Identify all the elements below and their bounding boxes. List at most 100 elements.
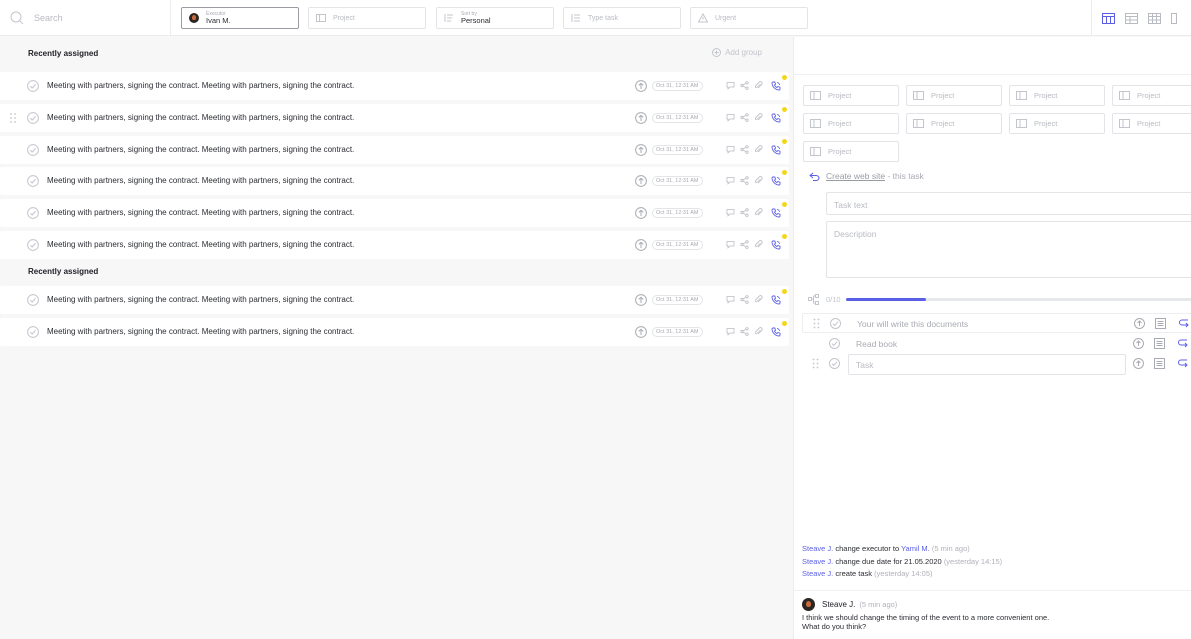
phone-icon[interactable] [771, 240, 781, 250]
phone-icon[interactable] [771, 176, 781, 186]
project-select[interactable]: Project [1009, 85, 1105, 106]
return-icon[interactable] [809, 172, 820, 181]
priority-icon[interactable] [1134, 318, 1145, 329]
task-text-field[interactable]: Task text [826, 192, 1191, 215]
priority-icon[interactable] [635, 294, 647, 306]
drag-handle-icon[interactable] [813, 318, 820, 329]
share-icon[interactable] [740, 176, 749, 186]
priority-icon[interactable] [635, 207, 647, 220]
notes-icon[interactable] [1154, 358, 1165, 369]
share-icon[interactable] [740, 240, 749, 249]
project-select[interactable]: Project [906, 85, 1002, 106]
priority-icon[interactable] [635, 175, 647, 188]
notes-icon[interactable] [1155, 318, 1166, 329]
project-select[interactable]: Project [1009, 113, 1105, 134]
priority-icon[interactable] [635, 143, 647, 156]
share-icon[interactable] [740, 144, 749, 154]
check-circle-icon[interactable] [829, 338, 840, 349]
project-select[interactable]: Project [906, 113, 1002, 134]
phone-icon[interactable] [771, 208, 781, 218]
due-date-badge[interactable]: Oct 31, 12:31 AM [652, 81, 703, 91]
check-circle-icon[interactable] [830, 318, 841, 329]
check-circle-icon[interactable] [829, 358, 840, 369]
priority-icon[interactable] [635, 111, 647, 124]
due-date-badge[interactable]: Oct 31, 12:31 AM [652, 112, 703, 123]
repeat-icon[interactable] [1179, 319, 1190, 328]
comment-icon[interactable] [726, 113, 735, 122]
priority-icon[interactable] [1133, 358, 1144, 369]
search-input[interactable]: Search [34, 13, 63, 23]
more-icon[interactable] [1171, 12, 1177, 24]
repeat-icon[interactable] [1178, 359, 1189, 368]
priority-icon[interactable] [635, 325, 647, 338]
subtask-item[interactable]: Read book [802, 334, 1191, 354]
phone-icon[interactable] [771, 327, 781, 337]
add-group-button[interactable]: Add group [712, 48, 762, 57]
comment-icon[interactable] [726, 327, 735, 336]
check-circle-icon[interactable] [27, 80, 39, 92]
task-row[interactable]: Meeting with partners, signing the contr… [0, 199, 789, 228]
parent-task-link[interactable]: Create web site [826, 171, 885, 181]
new-subtask-input[interactable]: Task [848, 354, 1126, 375]
task-row[interactable]: Meeting with partners, signing the contr… [0, 72, 789, 100]
check-circle-icon[interactable] [27, 294, 39, 306]
project-select[interactable]: Project [803, 141, 899, 162]
attachment-icon[interactable] [754, 176, 763, 185]
priority-icon[interactable] [635, 80, 647, 92]
check-circle-icon[interactable] [27, 175, 39, 188]
search-box[interactable]: Search [0, 0, 171, 36]
type-filter[interactable]: Type task [563, 7, 681, 29]
comment-icon[interactable] [726, 240, 735, 249]
due-date-badge[interactable]: Oct 31, 12:31 AM [652, 326, 703, 337]
attachment-icon[interactable] [754, 113, 763, 122]
share-icon[interactable] [740, 326, 749, 336]
board-view-icon[interactable] [1102, 12, 1115, 24]
due-date-badge[interactable]: Oct 31, 12:31 AM [652, 144, 703, 155]
urgent-filter[interactable]: Urgent [690, 7, 808, 29]
priority-icon[interactable] [635, 239, 647, 251]
comment-icon[interactable] [726, 81, 735, 90]
check-circle-icon[interactable] [27, 207, 39, 220]
priority-icon[interactable] [1133, 338, 1144, 349]
sort-filter[interactable]: Sort by Personal [436, 7, 554, 29]
list-view-icon[interactable] [1125, 12, 1138, 24]
due-date-badge[interactable]: Oct 31, 12:31 AM [652, 208, 703, 219]
attachment-icon[interactable] [754, 81, 763, 90]
check-circle-icon[interactable] [27, 111, 39, 124]
share-icon[interactable] [740, 295, 749, 304]
drag-handle-icon[interactable] [9, 112, 17, 124]
history-user[interactable]: Steave J. [802, 557, 833, 566]
history-user[interactable]: Steave J. [802, 569, 833, 578]
project-filter[interactable]: Project [308, 7, 426, 29]
subtask-item[interactable]: Your will write this documents [802, 313, 1191, 333]
due-date-badge[interactable]: Oct 31, 12:31 AM [652, 295, 703, 305]
attachment-icon[interactable] [754, 208, 763, 217]
attachment-icon[interactable] [754, 144, 763, 154]
attachment-icon[interactable] [754, 327, 763, 336]
repeat-icon[interactable] [1178, 339, 1189, 348]
history-target[interactable]: Yamil M. [901, 544, 930, 553]
attachment-icon[interactable] [754, 295, 763, 304]
attachment-icon[interactable] [754, 240, 763, 249]
project-select[interactable]: Project [803, 113, 899, 134]
notes-icon[interactable] [1154, 338, 1165, 349]
share-icon[interactable] [740, 112, 749, 122]
task-row[interactable]: Meeting with partners, signing the contr… [0, 231, 789, 259]
table-view-icon[interactable] [1148, 12, 1161, 24]
check-circle-icon[interactable] [27, 325, 39, 338]
check-circle-icon[interactable] [27, 239, 39, 251]
task-row[interactable]: Meeting with partners, signing the contr… [0, 103, 789, 132]
phone-icon[interactable] [771, 295, 781, 305]
comment-icon[interactable] [726, 145, 735, 154]
comment-icon[interactable] [726, 295, 735, 304]
description-field[interactable]: Description [826, 221, 1191, 278]
check-circle-icon[interactable] [27, 143, 39, 156]
due-date-badge[interactable]: Oct 31, 12:31 AM [652, 240, 703, 250]
task-row[interactable]: Meeting with partners, signing the contr… [0, 135, 789, 164]
share-icon[interactable] [740, 81, 749, 90]
phone-icon[interactable] [771, 113, 781, 123]
drag-handle-icon[interactable] [812, 358, 819, 369]
phone-icon[interactable] [771, 145, 781, 155]
executor-filter[interactable]: Executor Ivan M. [181, 7, 299, 29]
comment-icon[interactable] [726, 176, 735, 186]
